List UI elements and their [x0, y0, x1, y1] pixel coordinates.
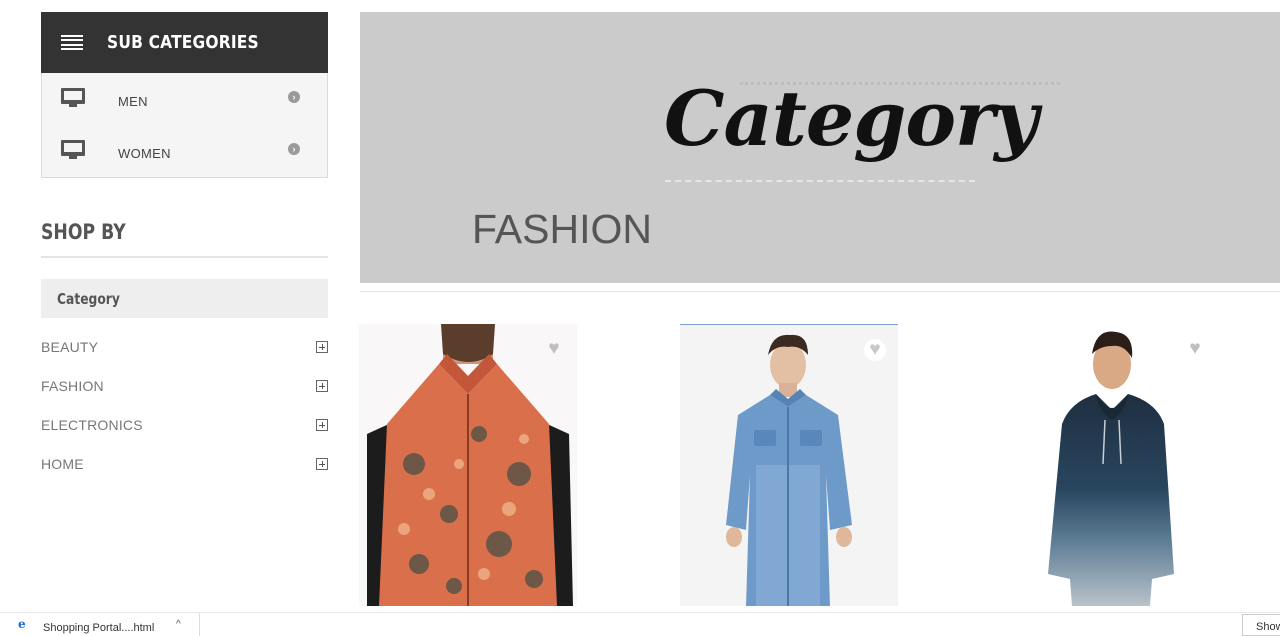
html-file-icon: e — [18, 617, 26, 631]
wishlist-heart-icon[interactable]: ♥ — [864, 339, 886, 361]
divider — [360, 291, 1280, 292]
arrow-circle-right-icon: › — [288, 143, 300, 155]
chevron-up-icon[interactable]: ^ — [176, 619, 181, 630]
divider — [41, 256, 328, 258]
category-label: FASHION — [41, 378, 104, 394]
category-item-electronics[interactable]: ELECTRONICS — [41, 417, 328, 456]
subcategory-item-men[interactable]: MEN › — [42, 73, 327, 125]
expand-plus-icon[interactable] — [316, 380, 328, 392]
download-file-name: Shopping Portal....html — [43, 622, 155, 634]
banner-decoration — [665, 180, 975, 182]
subcategories-panel: SUB CATEGORIES MEN › WOMEN › — [41, 12, 328, 178]
category-item-fashion[interactable]: FASHION — [41, 378, 328, 417]
expand-plus-icon[interactable] — [316, 341, 328, 353]
category-label: BEAUTY — [41, 339, 99, 355]
category-label: ELECTRONICS — [41, 417, 143, 433]
wishlist-heart-icon[interactable]: ♥ — [543, 338, 565, 360]
monitor-icon — [61, 88, 85, 110]
product-image — [359, 324, 577, 606]
subcategories-header: SUB CATEGORIES — [41, 12, 328, 73]
subcategory-label: WOMEN — [118, 145, 171, 161]
download-bar: e Shopping Portal....html ^ Show — [0, 612, 1280, 636]
category-label: HOME — [41, 456, 84, 472]
expand-plus-icon[interactable] — [316, 458, 328, 470]
product-card[interactable]: ♥ — [1000, 324, 1218, 606]
product-card[interactable]: ♥ — [680, 324, 898, 606]
subcategory-label: MEN — [118, 93, 148, 109]
expand-plus-icon[interactable] — [316, 419, 328, 431]
product-image — [1000, 324, 1218, 606]
shop-by-title: SHOP BY — [41, 220, 126, 244]
arrow-circle-right-icon: › — [288, 91, 300, 103]
wishlist-heart-icon[interactable]: ♥ — [1184, 338, 1206, 360]
product-card[interactable]: ♥ — [359, 324, 577, 606]
monitor-icon — [61, 140, 85, 162]
category-filter-title: Category — [57, 289, 120, 308]
menu-icon[interactable] — [61, 34, 83, 51]
subcategory-item-women[interactable]: WOMEN › — [42, 125, 327, 177]
banner-script-text: Category — [664, 74, 1038, 163]
subcategories-title: SUB CATEGORIES — [107, 32, 259, 53]
category-filter-header: Category — [41, 279, 328, 318]
category-item-home[interactable]: HOME — [41, 456, 328, 495]
category-list: BEAUTY FASHION ELECTRONICS HOME — [41, 339, 328, 495]
category-item-beauty[interactable]: BEAUTY — [41, 339, 328, 378]
show-all-button[interactable]: Show — [1242, 614, 1280, 636]
category-banner: Category FASHION — [360, 12, 1280, 283]
product-image — [680, 325, 898, 606]
download-item[interactable]: e Shopping Portal....html ^ — [0, 613, 200, 636]
page-title: FASHION — [472, 206, 652, 252]
